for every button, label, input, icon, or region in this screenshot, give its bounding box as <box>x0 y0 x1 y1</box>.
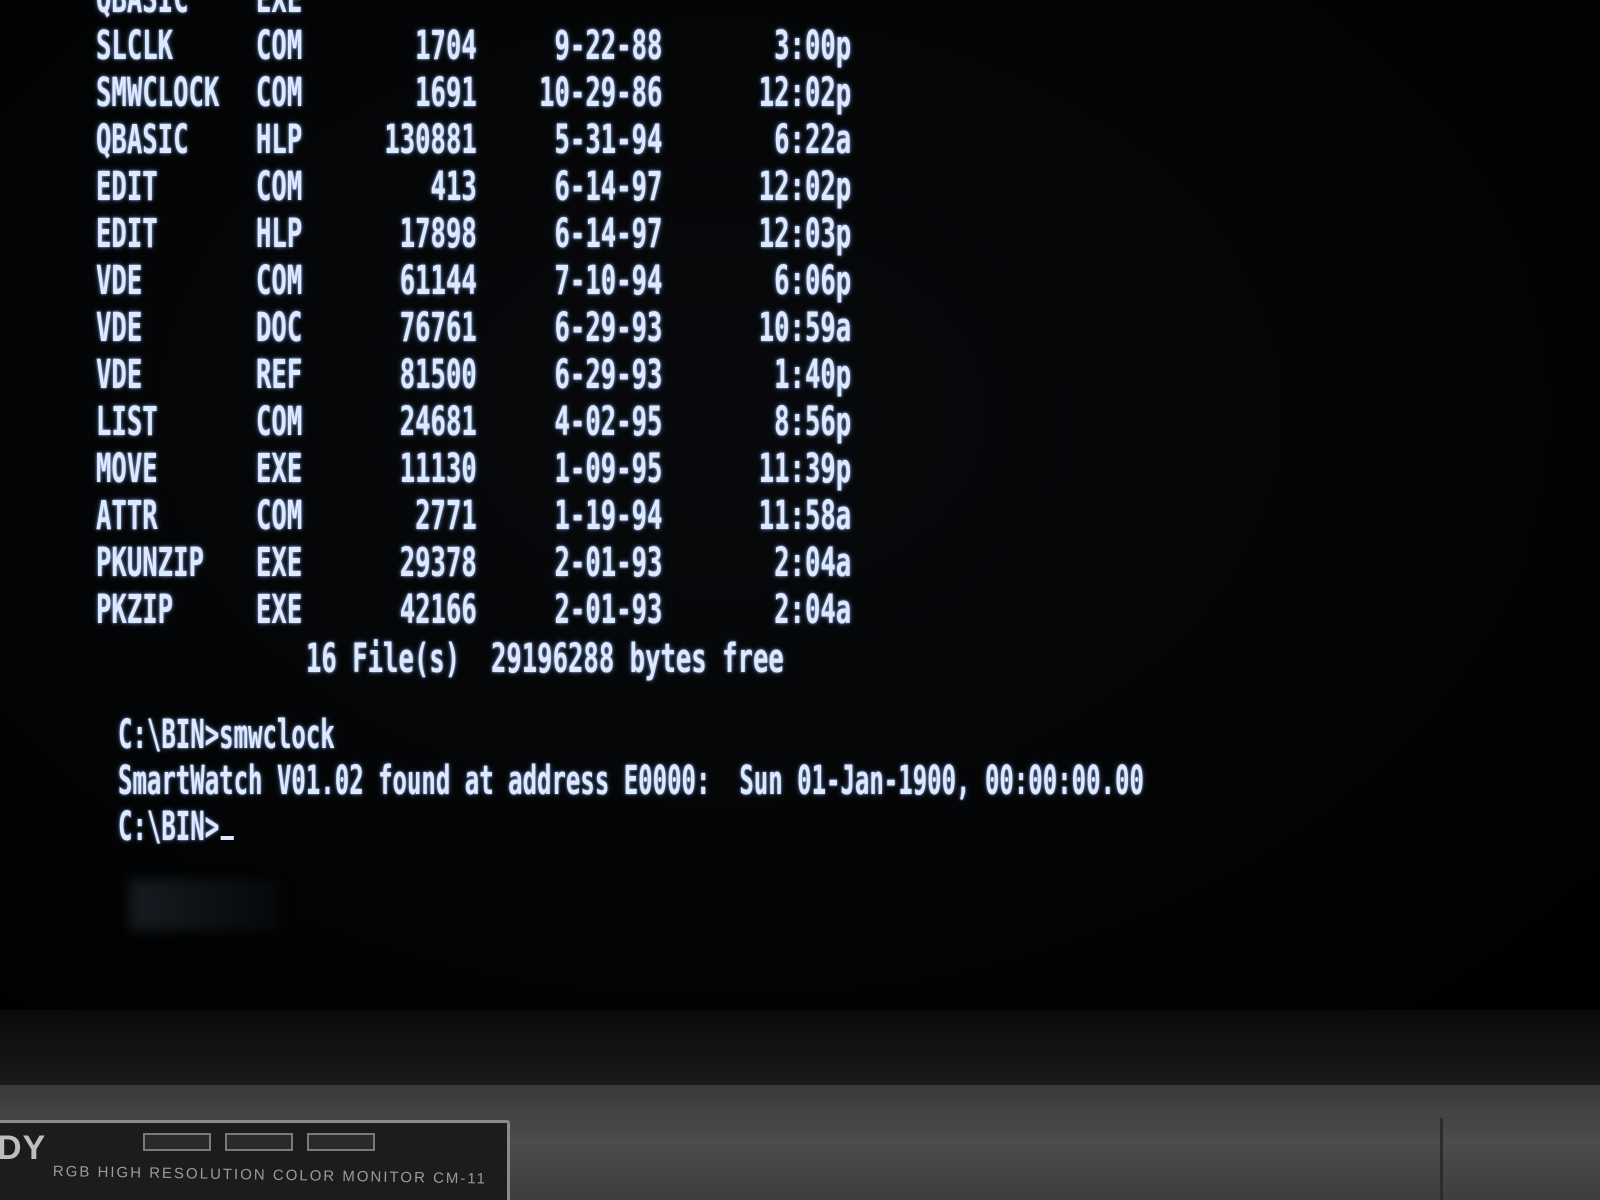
listing-row: QBASIC HLP 130881 5-31-94 6:22a <box>96 117 851 164</box>
file-name: PKUNZIP <box>96 540 204 586</box>
brand-logo: DY <box>0 1129 47 1167</box>
file-time: 1:40p <box>774 352 852 398</box>
file-time: 2:04a <box>774 587 852 633</box>
screen-glare <box>130 880 280 930</box>
bezel-divider <box>1440 1118 1443 1200</box>
file-size: 1704 <box>415 23 477 69</box>
file-time: 12:02p <box>758 164 852 210</box>
file-time: 2:04a <box>774 540 852 586</box>
file-size: 42166 <box>399 587 477 633</box>
file-extension: COM <box>256 23 303 69</box>
crt-screen: QBASIC EXE SLCLK COM 1704 9-22-88 3:00p … <box>0 0 1600 1030</box>
monitor-badge: DY RGB HIGH RESOLUTION COLOR MONITOR CM-… <box>0 1120 510 1200</box>
prompt-command-line: C:\BIN>smwclock <box>118 712 335 758</box>
file-date: 6-29-93 <box>554 352 663 398</box>
file-extension: EXE <box>256 446 303 492</box>
file-extension: HLP <box>256 211 303 257</box>
file-extension: COM <box>256 493 303 539</box>
file-extension: EXE <box>256 540 303 586</box>
command-output-line: SmartWatch V01.02 found at address E0000… <box>118 758 1144 804</box>
file-size: 61144 <box>399 258 477 304</box>
file-extension: DOC <box>256 305 303 351</box>
file-name: ATTR <box>96 493 158 539</box>
file-extension: COM <box>256 258 303 304</box>
text-cursor <box>220 836 234 840</box>
listing-row: LIST COM 24681 4-02-95 8:56p <box>96 399 851 446</box>
listing-row: VDE DOC 76761 6-29-93 10:59a <box>96 305 851 352</box>
file-name: VDE <box>96 352 143 398</box>
listing-row: MOVE EXE 11130 1-09-95 11:39p <box>96 446 851 493</box>
listing-row: VDE REF 81500 6-29-93 1:40p <box>96 352 851 399</box>
file-size: 81500 <box>399 352 477 398</box>
file-date: 6-14-97 <box>554 211 663 257</box>
file-time: 6:06p <box>774 258 852 304</box>
file-date: 5-31-94 <box>554 117 663 163</box>
file-date: 7-10-94 <box>554 258 663 304</box>
file-size: 130881 <box>384 117 477 163</box>
file-size: 11130 <box>399 446 477 492</box>
file-name: PKZIP <box>96 587 174 633</box>
file-name: QBASIC <box>96 0 188 23</box>
file-date: 6-29-93 <box>554 305 663 351</box>
file-extension: EXE <box>256 0 302 23</box>
file-name: EDIT <box>96 211 158 257</box>
file-time: 11:58a <box>758 493 852 539</box>
command-console[interactable]: C:\BIN>smwclock SmartWatch V01.02 found … <box>118 712 1600 850</box>
file-extension: HLP <box>256 117 303 163</box>
file-name: SLCLK <box>96 23 174 69</box>
file-size: 1691 <box>415 70 477 116</box>
listing-row: SLCLK COM 1704 9-22-88 3:00p <box>96 23 851 70</box>
file-extension: COM <box>256 399 303 445</box>
listing-row: PKZIP EXE 42166 2-01-93 2:04a <box>96 587 851 634</box>
file-size: 29378 <box>399 540 477 586</box>
file-date: 1-09-95 <box>554 446 663 492</box>
file-size: 413 <box>430 164 477 210</box>
prompt-text: C:\BIN> <box>118 804 220 850</box>
files-summary: 16 File(s) 29196288 bytes free <box>306 636 784 682</box>
listing-row: SMWCLOCK COM 1691 10-29-86 12:02p <box>96 70 851 117</box>
file-date: 4-02-95 <box>554 399 663 445</box>
badge-indicator-box <box>307 1133 375 1151</box>
file-time: 12:03p <box>758 211 852 257</box>
file-date: 10-29-86 <box>539 70 663 116</box>
file-size: 17898 <box>399 211 477 257</box>
listing-row: QBASIC EXE <box>96 0 708 23</box>
file-name: VDE <box>96 258 143 304</box>
file-date: 2-01-93 <box>554 540 663 586</box>
file-extension: REF <box>256 352 303 398</box>
listing-row: EDIT COM 413 6-14-97 12:02p <box>96 164 851 211</box>
file-size: 76761 <box>399 305 477 351</box>
file-size: 2771 <box>415 493 477 539</box>
directory-listing: QBASIC EXE SLCLK COM 1704 9-22-88 3:00p … <box>96 0 1053 684</box>
file-time: 11:39p <box>758 446 852 492</box>
file-name: LIST <box>96 399 158 445</box>
listing-row: VDE COM 61144 7-10-94 6:06p <box>96 258 851 305</box>
file-date: 1-19-94 <box>554 493 663 539</box>
file-name: MOVE <box>96 446 158 492</box>
badge-indicator-box <box>143 1133 211 1151</box>
file-time: 6:22a <box>774 117 852 163</box>
listing-row: EDIT HLP 17898 6-14-97 12:03p <box>96 211 851 258</box>
file-name: SMWCLOCK <box>96 70 220 116</box>
file-size: 24681 <box>399 399 477 445</box>
file-date: 2-01-93 <box>554 587 663 633</box>
file-extension: EXE <box>256 587 303 633</box>
file-name: EDIT <box>96 164 158 210</box>
file-time: 3:00p <box>774 23 852 69</box>
file-extension: COM <box>256 70 303 116</box>
listing-row: ATTR COM 2771 1-19-94 11:58a <box>96 493 851 540</box>
file-extension: COM <box>256 164 303 210</box>
monitor-model-label: RGB HIGH RESOLUTION COLOR MONITOR CM-11 <box>52 1163 488 1188</box>
file-time: 8:56p <box>774 399 852 445</box>
file-name: QBASIC <box>96 117 189 163</box>
badge-indicator-box <box>225 1133 293 1151</box>
crt-monitor: QBASIC EXE SLCLK COM 1704 9-22-88 3:00p … <box>0 0 1600 1200</box>
file-date: 9-22-88 <box>554 23 663 69</box>
file-time: 10:59a <box>758 305 852 351</box>
active-prompt-line[interactable]: C:\BIN> <box>118 804 1144 850</box>
file-date: 6-14-97 <box>554 164 663 210</box>
listing-row: PKUNZIP EXE 29378 2-01-93 2:04a <box>96 540 851 587</box>
file-time: 12:02p <box>758 70 852 116</box>
file-name: VDE <box>96 305 143 351</box>
